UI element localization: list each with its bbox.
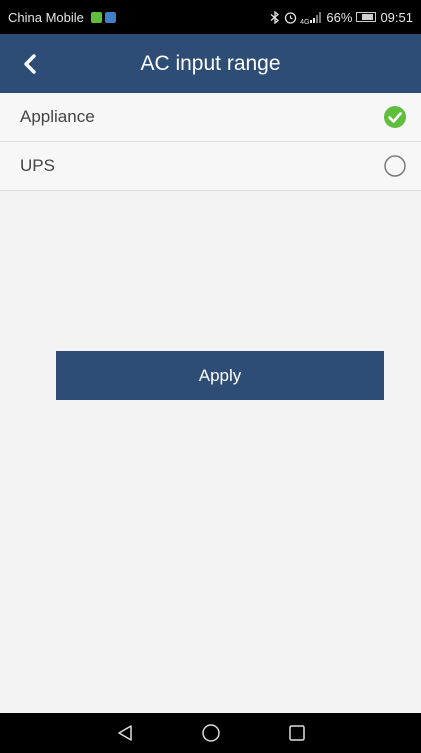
clock-time: 09:51 bbox=[380, 9, 413, 25]
nav-recents-button[interactable] bbox=[277, 713, 317, 753]
back-button[interactable] bbox=[14, 48, 46, 80]
app-notification-icon bbox=[104, 11, 116, 23]
battery-percent: 66% bbox=[326, 9, 353, 25]
nav-back-button[interactable] bbox=[105, 713, 145, 753]
apply-button[interactable]: Apply bbox=[56, 351, 384, 400]
bluetooth-icon bbox=[270, 10, 280, 24]
ac-input-range-options: Appliance UPS bbox=[0, 93, 421, 191]
app-notification-icon bbox=[90, 11, 102, 23]
recents-square-icon bbox=[288, 725, 305, 741]
option-label: Appliance bbox=[20, 107, 95, 126]
chevron-left-icon bbox=[24, 54, 36, 74]
status-bar: China Mobile 4G 66% 09:51 bbox=[0, 0, 421, 34]
option-ups[interactable]: UPS bbox=[0, 142, 421, 191]
unchecked-radio-icon[interactable] bbox=[384, 155, 406, 177]
option-appliance[interactable]: Appliance bbox=[0, 93, 421, 142]
status-left: China Mobile bbox=[8, 10, 116, 25]
option-label: UPS bbox=[20, 156, 55, 175]
app-header: AC input range bbox=[0, 34, 421, 93]
alarm-icon bbox=[284, 11, 297, 24]
back-triangle-icon bbox=[117, 725, 132, 741]
battery-icon bbox=[356, 12, 377, 22]
network-type: 4G bbox=[300, 19, 310, 26]
page-title: AC input range bbox=[140, 52, 281, 75]
signal-icon bbox=[310, 11, 322, 23]
home-circle-icon bbox=[201, 724, 220, 742]
status-right: 4G 66% 09:51 bbox=[270, 8, 413, 26]
carrier-name: China Mobile bbox=[8, 9, 84, 25]
nav-home-button[interactable] bbox=[191, 713, 231, 753]
checked-radio-icon[interactable] bbox=[384, 106, 406, 128]
system-nav-bar bbox=[0, 713, 421, 753]
